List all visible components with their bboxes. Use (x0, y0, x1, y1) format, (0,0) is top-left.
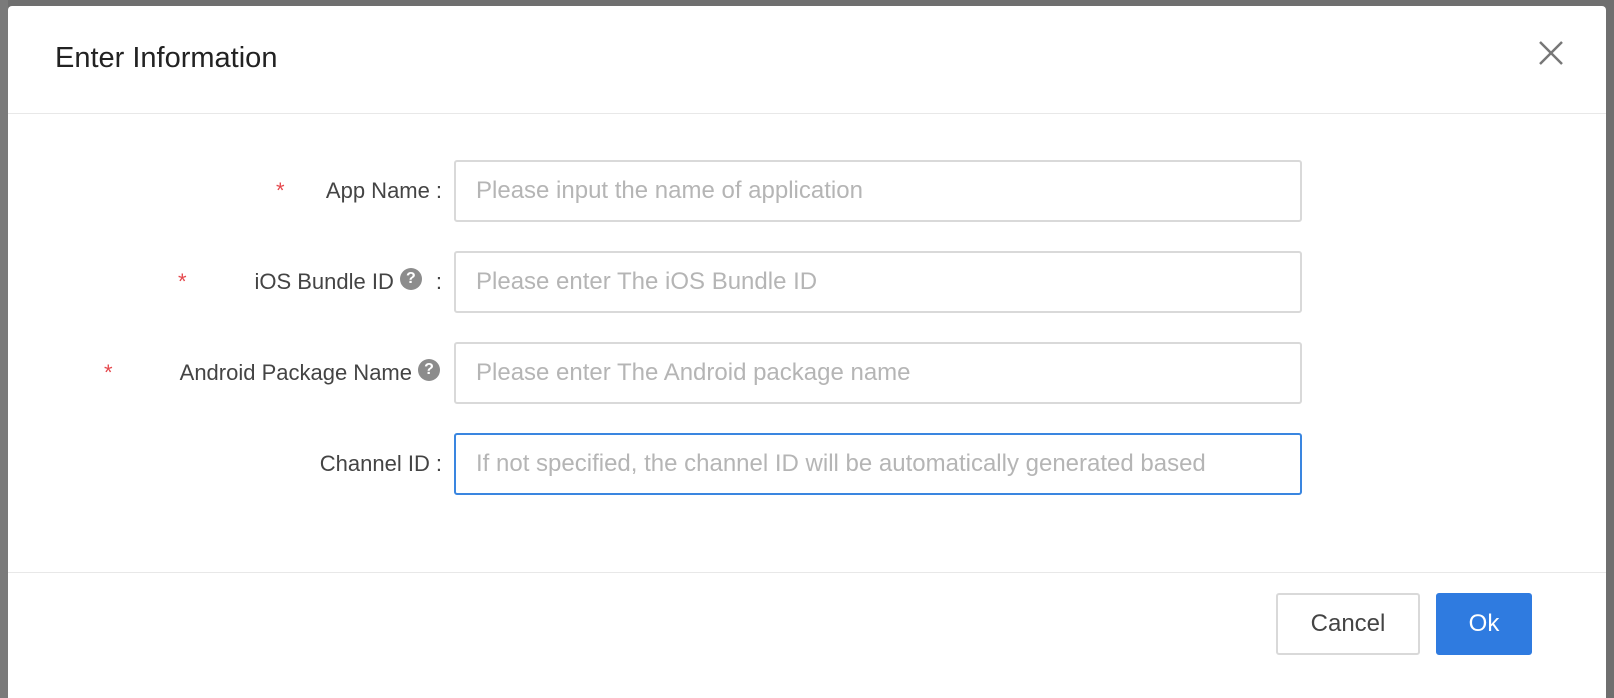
android-package-name-input[interactable] (454, 342, 1302, 404)
label-colon: : (435, 178, 442, 203)
required-mark: * (276, 178, 285, 203)
app-name-label: App Name : (326, 160, 442, 222)
dialog-title: Enter Information (55, 42, 278, 74)
channel-id-input[interactable] (454, 433, 1302, 495)
field-label-text: App Name (325, 178, 430, 203)
help-icon[interactable]: ? (418, 359, 440, 381)
form-row-app-name: * App Name : (8, 160, 1606, 222)
label-colon: : (435, 451, 442, 476)
field-label-text: iOS Bundle ID (254, 269, 394, 294)
channel-id-label: Channel ID : (320, 433, 442, 495)
label-colon: : (435, 269, 442, 294)
modal-backdrop[interactable] (0, 0, 8, 698)
app-name-input[interactable] (454, 160, 1302, 222)
enter-information-dialog: Enter Information * App Name : * iOS Bun… (8, 6, 1606, 698)
ios-bundle-id-input[interactable] (454, 251, 1302, 313)
required-mark: * (104, 360, 113, 385)
form-row-ios-bundle-id: * iOS Bundle ID ? : (8, 251, 1606, 313)
help-icon[interactable]: ? (399, 268, 422, 290)
form-row-android-package-name: * Android Package Name ? (8, 342, 1606, 404)
android-package-name-label: Android Package Name ? (180, 342, 440, 404)
field-label-text: Android Package Name (179, 360, 412, 385)
ios-bundle-id-label: iOS Bundle ID ? : (254, 251, 442, 313)
dialog-header: Enter Information (8, 6, 1606, 114)
form-row-channel-id: Channel ID : (8, 433, 1606, 495)
ok-button[interactable]: Ok (1436, 593, 1532, 655)
dialog-footer: Cancel Ok (8, 572, 1606, 698)
field-label-text: Channel ID (319, 451, 430, 476)
close-icon (1539, 41, 1563, 65)
close-button[interactable] (1536, 38, 1566, 68)
required-mark: * (178, 269, 187, 294)
cancel-button[interactable]: Cancel (1276, 593, 1420, 655)
